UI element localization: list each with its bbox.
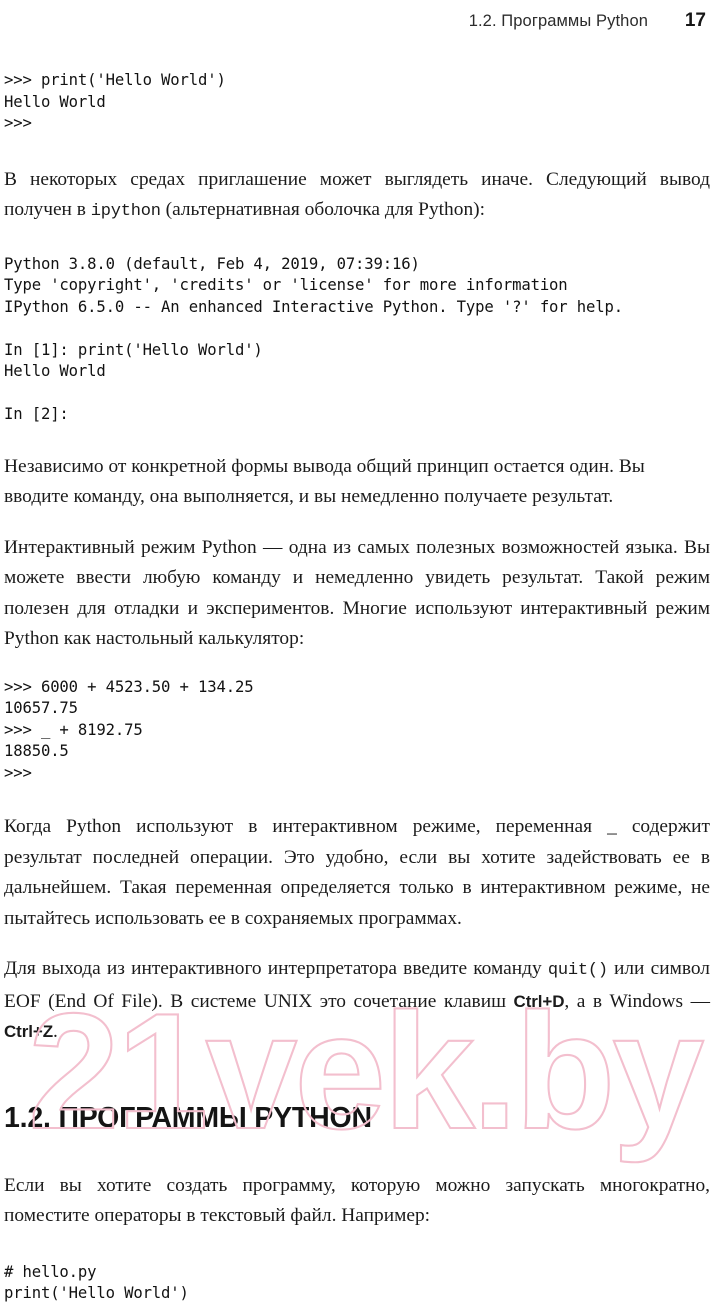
code-block-ipython-session: Python 3.8.0 (default, Feb 4, 2019, 07:3…: [4, 254, 623, 424]
code-block-hello-py: # hello.py print('Hello World'): [4, 1262, 189, 1303]
paragraph-text-segment: .: [53, 1021, 58, 1042]
section-heading-python-programs: 1.2. ПРОГРАММЫ PYTHON: [4, 1101, 372, 1134]
code-block-calculator: >>> 6000 + 4523.50 + 134.25 10657.75 >>>…: [4, 677, 254, 782]
page-number: 17: [684, 10, 706, 31]
keyboard-shortcut-ctrl-z: Ctrl+Z: [4, 1022, 53, 1041]
paragraph-underscore-variable: Когда Python используют в интерактивном …: [4, 816, 710, 929]
paragraph-exit-interpreter: Для выхода из интерактивного интерпретат…: [4, 954, 710, 1048]
inline-code-ipython: ipython: [90, 202, 161, 221]
paragraph-text-segment: , а в Windows —: [564, 990, 710, 1012]
paragraph-general-principle: Независимо от конкретной формы вывода об…: [4, 455, 645, 508]
paragraph-text-segment: (альтернативная оболочка для Python):: [160, 199, 485, 220]
keyboard-shortcut-ctrl-d: Ctrl+D: [513, 991, 565, 1011]
inline-code-quit: quit(): [547, 961, 608, 980]
paragraph-text-segment: Для выхода из интерактивного интерпретат…: [4, 958, 548, 979]
running-header-title: 1.2. Программы Python: [468, 12, 648, 30]
running-header: 1.2. Программы Python 17: [4, 0, 710, 34]
paragraph-interactive-mode: Интерактивный режим Python — одна из сам…: [4, 536, 710, 650]
document-page: 1.2. Программы Python 17 >>> print('Hell…: [0, 0, 712, 1305]
paragraph-prompt-variants: В некоторых средах приглашение может выг…: [4, 165, 710, 228]
paragraph-create-program: Если вы хотите создать программу, котору…: [4, 1174, 710, 1227]
code-block-repl-hello: >>> print('Hello World') Hello World >>>: [4, 71, 226, 132]
